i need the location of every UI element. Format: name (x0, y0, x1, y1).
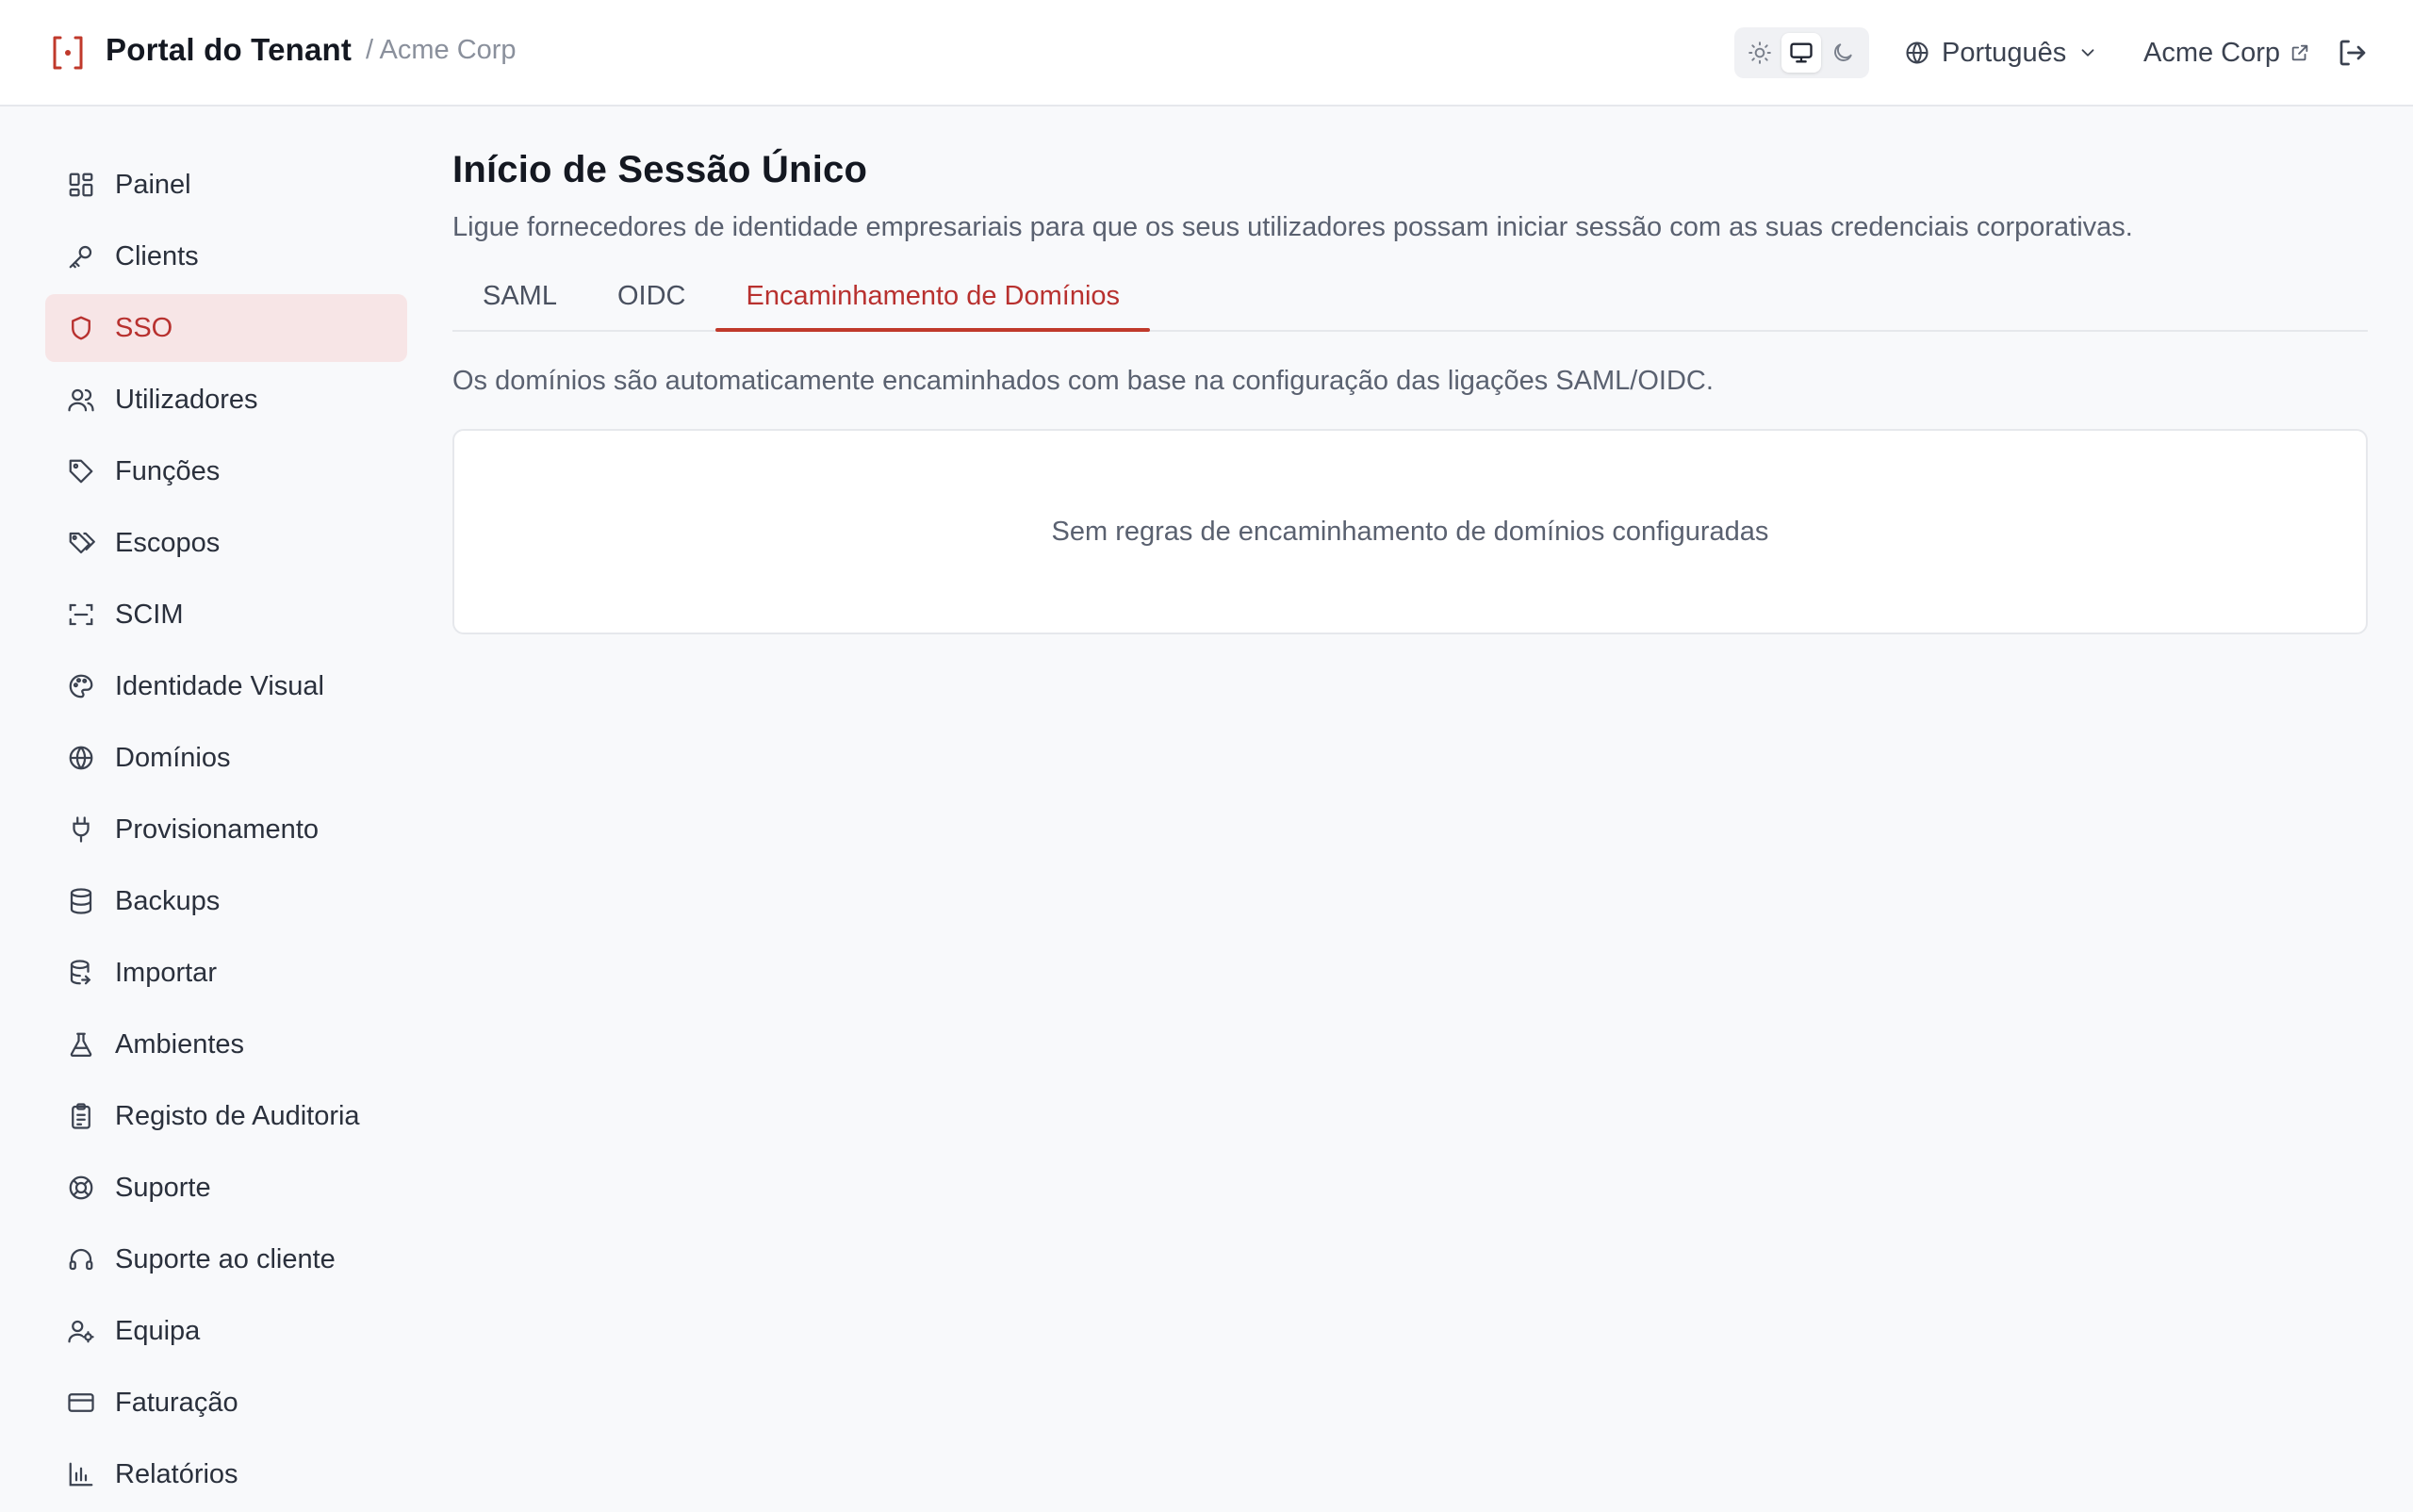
sidebar-item-painel[interactable]: Painel (45, 151, 407, 219)
sidebar-item-importar[interactable]: Importar (45, 939, 407, 1007)
credit-card-icon (66, 1388, 96, 1418)
database-import-icon (66, 958, 96, 988)
sidebar-item-clients[interactable]: Clients (45, 222, 407, 290)
plug-icon (66, 814, 96, 845)
tenant-breadcrumb: / Acme Corp (366, 35, 517, 65)
sidebar-item-backups[interactable]: Backups (45, 867, 407, 935)
user-cog-icon (66, 1316, 96, 1346)
sso-tabs: SAML OIDC Encaminhamento de Domínios (452, 271, 2368, 332)
sidebar-item-label: Clients (115, 240, 199, 271)
logo-icon (53, 36, 83, 70)
scan-icon (66, 600, 96, 630)
sun-icon (1748, 41, 1771, 64)
lifebuoy-icon (66, 1173, 96, 1203)
sidebar-item-label: Ambientes (115, 1028, 245, 1060)
globe-icon (1906, 41, 1929, 64)
sidebar-item-faturacao[interactable]: Faturação (45, 1369, 407, 1437)
tag-icon (66, 456, 96, 486)
main-content: Início de Sessão Único Ligue fornecedore… (452, 149, 2368, 634)
routing-info-text: Os domínios são automaticamente encaminh… (452, 366, 1714, 396)
sidebar-item-escopos[interactable]: Escopos (45, 509, 407, 577)
light-theme-button[interactable] (1740, 33, 1780, 73)
flask-icon (66, 1029, 96, 1060)
logout-icon[interactable] (2336, 36, 2370, 70)
sidebar-item-label: Painel (115, 169, 191, 200)
users-icon (66, 385, 96, 415)
system-theme-button[interactable] (1781, 33, 1821, 73)
page-title: Início de Sessão Único (452, 149, 868, 190)
sidebar-item-label: Suporte (115, 1172, 211, 1203)
sidebar-item-relatorios[interactable]: Relatórios (45, 1440, 407, 1508)
empty-state-card: Sem regras de encaminhamento de domínios… (452, 429, 2368, 634)
sidebar-item-identidade-visual[interactable]: Identidade Visual (45, 652, 407, 720)
sidebar-item-label: Provisionamento (115, 814, 319, 845)
top-header: Portal do Tenant / Acme Corp Português A… (0, 0, 2413, 107)
tenant-external-link[interactable]: Acme Corp (2143, 28, 2310, 77)
sidebar-item-label: Identidade Visual (115, 670, 324, 701)
key-icon (66, 241, 96, 271)
sidebar-item-equipa[interactable]: Equipa (45, 1297, 407, 1365)
sidebar-item-suporte[interactable]: Suporte (45, 1154, 407, 1222)
sidebar-item-utilizadores[interactable]: Utilizadores (45, 366, 407, 434)
chevron-down-icon (2081, 49, 2094, 57)
sidebar-item-label: Utilizadores (115, 384, 258, 415)
sidebar-item-dominios[interactable]: Domínios (45, 724, 407, 792)
sidebar-item-label: Suporte ao cliente (115, 1243, 336, 1274)
sidebar-item-label: Funções (115, 455, 221, 486)
bar-chart-icon (66, 1459, 96, 1489)
empty-state-message: Sem regras de encaminhamento de domínios… (1051, 516, 1769, 547)
sidebar-item-label: Escopos (115, 527, 221, 558)
sidebar-nav: Painel Clients SSO Utilizadores Funções … (45, 151, 407, 1512)
theme-switcher (1734, 27, 1869, 78)
language-label: Português (1942, 37, 2067, 68)
page-description: Ligue fornecedores de identidade empresa… (452, 212, 2133, 242)
tags-icon (66, 528, 96, 558)
dark-theme-button[interactable] (1823, 33, 1863, 73)
sidebar-item-funcoes[interactable]: Funções (45, 437, 407, 505)
headset-icon (66, 1244, 96, 1274)
tab-domain-routing[interactable]: Encaminhamento de Domínios (715, 271, 1150, 332)
language-selector[interactable]: Português (1904, 28, 2098, 77)
sidebar-item-label: Faturação (115, 1387, 238, 1418)
globe-icon (66, 743, 96, 773)
sidebar-item-registo-auditoria[interactable]: Registo de Auditoria (45, 1082, 407, 1150)
sidebar-item-label: Registo de Auditoria (115, 1100, 360, 1131)
sidebar-item-label: Importar (115, 957, 217, 988)
sidebar-item-sso[interactable]: SSO (45, 294, 407, 362)
sidebar-item-scim[interactable]: SCIM (45, 581, 407, 649)
tab-saml[interactable]: SAML (452, 271, 587, 330)
tenant-link-label: Acme Corp (2143, 37, 2281, 68)
sidebar-item-label: SCIM (115, 599, 184, 630)
tab-oidc[interactable]: OIDC (587, 271, 716, 330)
moon-icon (1834, 43, 1852, 61)
app-title[interactable]: Portal do Tenant (106, 32, 352, 68)
database-icon (66, 886, 96, 916)
external-link-icon (2291, 44, 2308, 61)
sidebar-item-label: Relatórios (115, 1458, 238, 1489)
monitor-icon (1790, 42, 1813, 63)
dashboard-icon (66, 170, 96, 200)
sidebar-item-provisionamento[interactable]: Provisionamento (45, 796, 407, 863)
shield-icon (66, 313, 96, 343)
palette-icon (66, 671, 96, 701)
sidebar-item-label: Domínios (115, 742, 231, 773)
sidebar-item-label: Backups (115, 885, 221, 916)
clipboard-icon (66, 1101, 96, 1131)
sidebar-item-label: SSO (115, 312, 173, 343)
sidebar-item-suporte-cliente[interactable]: Suporte ao cliente (45, 1225, 407, 1293)
sidebar-item-label: Equipa (115, 1315, 201, 1346)
sidebar-item-ambientes[interactable]: Ambientes (45, 1011, 407, 1078)
